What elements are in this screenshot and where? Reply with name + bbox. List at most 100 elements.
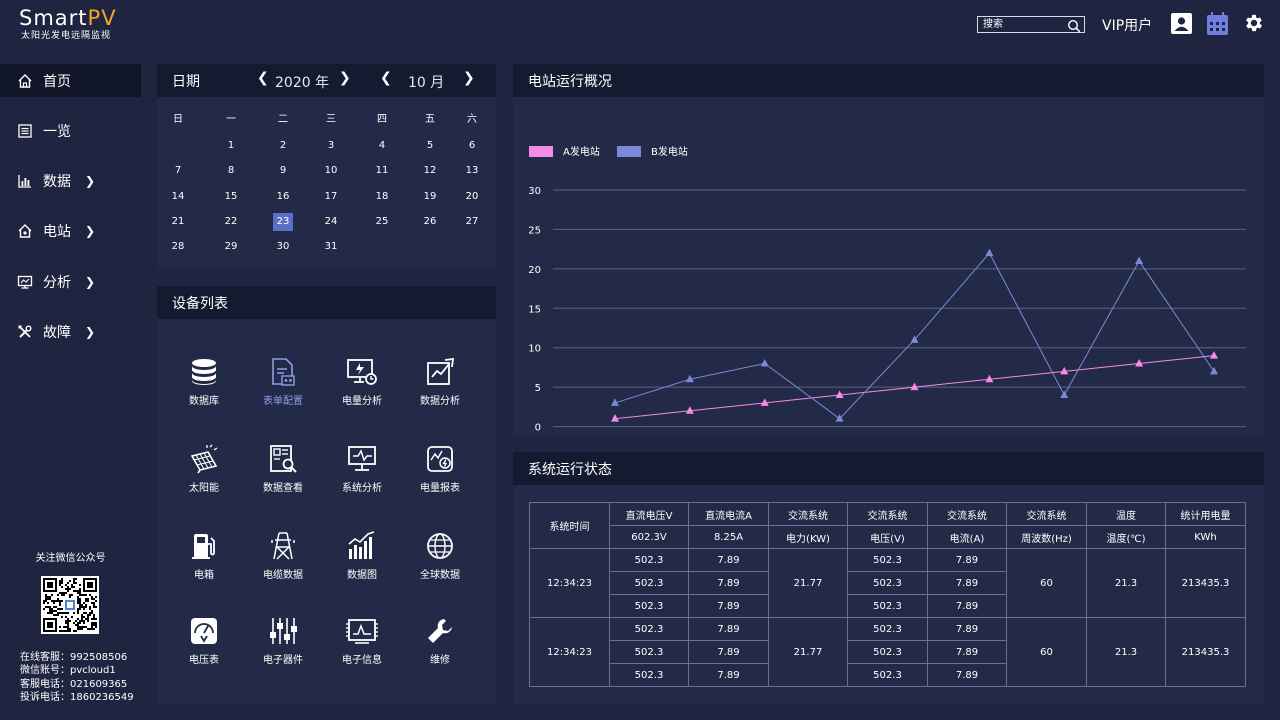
calendar-day[interactable]: 1 xyxy=(221,137,241,155)
device-item-label: 太阳能 xyxy=(189,483,219,494)
next-year-button[interactable]: ❯ xyxy=(339,70,351,86)
voltmeter-icon xyxy=(165,615,243,647)
device-item-database[interactable]: 数据库 xyxy=(165,356,243,407)
calendar-day-selected[interactable]: 23 xyxy=(273,213,293,231)
calendar-week-row: 1 2 3 4 5 6 xyxy=(157,137,496,157)
device-item-data-view[interactable]: 数据查看 xyxy=(244,443,322,494)
temperature-cell: 21.3 xyxy=(1086,617,1166,687)
y-tick-label: 25 xyxy=(528,225,541,236)
calendar-day[interactable]: 13 xyxy=(462,162,482,180)
energy-cell: 213435.3 xyxy=(1165,548,1246,618)
calendar-day[interactable]: 8 xyxy=(221,162,241,180)
device-item-globe[interactable]: 全球数据 xyxy=(401,530,479,581)
device-item-data-chart[interactable]: 数据图 xyxy=(323,530,401,581)
calendar-day[interactable]: 5 xyxy=(420,137,440,155)
header-cell: 温度 xyxy=(1086,502,1166,526)
sidebar-item-fault[interactable]: 故障 ❯ xyxy=(0,315,141,348)
dc-current-cell: 7.89 xyxy=(688,548,769,572)
calendar-day[interactable]: 17 xyxy=(321,188,341,206)
calendar-week-row: 28 29 30 31 xyxy=(157,238,496,258)
sidebar-item-overview[interactable]: 一览 xyxy=(0,114,141,147)
user-icon[interactable] xyxy=(1171,13,1192,38)
frequency-cell: 60 xyxy=(1006,548,1087,618)
calendar-day[interactable]: 20 xyxy=(462,188,482,206)
sidebar-item-data[interactable]: 数据 ❯ xyxy=(0,164,141,197)
device-item-system-analysis[interactable]: 系统分析 xyxy=(323,443,401,494)
calendar-day[interactable]: 24 xyxy=(321,213,341,231)
chevron-right-icon: ❯ xyxy=(85,324,96,339)
calendar-day[interactable]: 7 xyxy=(168,162,188,180)
calendar-day[interactable]: 25 xyxy=(372,213,392,231)
calendar-day[interactable]: 29 xyxy=(221,238,241,256)
calendar-day[interactable]: 9 xyxy=(273,162,293,180)
qr-code-icon[interactable] xyxy=(41,576,99,634)
vip-user-label[interactable]: VIP用户 xyxy=(1102,15,1152,35)
data-point xyxy=(985,248,994,257)
chevron-right-icon: ❯ xyxy=(85,274,96,289)
table-header-row: 系统时间 直流电压V 直流电流A 交流系统 交流系统 交流系统 交流系统 温度 统计用电量 xyxy=(529,502,1246,549)
search-icon[interactable] xyxy=(1067,18,1081,37)
calendar-day[interactable]: 4 xyxy=(372,137,392,155)
calendar-day[interactable]: 30 xyxy=(273,238,293,256)
calendar-day[interactable]: 11 xyxy=(372,162,392,180)
calendar-day[interactable]: 6 xyxy=(462,137,482,155)
device-item-label: 表单配置 xyxy=(263,396,303,407)
dc-current-cell: 7.89 xyxy=(688,594,769,618)
weekday-label: 一 xyxy=(226,114,236,125)
frequency-cell: 60 xyxy=(1006,617,1087,687)
weekday-label: 四 xyxy=(377,114,387,125)
calendar-day[interactable]: 27 xyxy=(462,213,482,231)
calendar-day[interactable]: 16 xyxy=(273,188,293,206)
prev-month-button[interactable]: ❮ xyxy=(380,70,392,86)
calendar-day[interactable]: 26 xyxy=(420,213,440,231)
device-item-power-report[interactable]: 电量报表 xyxy=(401,443,479,494)
ac-voltage-cell: 502.3 xyxy=(847,663,928,687)
overview-title: 电站运行概况 xyxy=(528,73,612,90)
sidebar-item-analysis[interactable]: 分析 ❯ xyxy=(0,265,141,298)
dc-current-cell: 7.89 xyxy=(688,663,769,687)
device-item-solar-panel[interactable]: 太阳能 xyxy=(165,443,243,494)
device-item-wrench[interactable]: 维修 xyxy=(401,615,479,666)
calendar-day[interactable]: 21 xyxy=(168,213,188,231)
calendar-day[interactable]: 14 xyxy=(168,188,188,206)
search-box[interactable] xyxy=(977,16,1085,33)
calendar-day[interactable]: 3 xyxy=(321,137,341,155)
sidebar-item-label: 电站 xyxy=(43,223,71,240)
calendar-icon[interactable] xyxy=(1207,12,1228,39)
sidebar-item-home[interactable]: 首页 xyxy=(0,64,141,97)
header-cell: 统计用电量 xyxy=(1165,502,1246,526)
calendar-day[interactable]: 10 xyxy=(321,162,341,180)
calendar-day[interactable]: 22 xyxy=(221,213,241,231)
calendar-day[interactable]: 19 xyxy=(420,188,440,206)
calendar-day[interactable]: 31 xyxy=(321,238,341,256)
device-item-power-analysis[interactable]: 电量分析 xyxy=(323,356,401,407)
device-list-panel: 设备列表 数据库 表单配置 电量分析 数据分析 太阳能 数据查看 系统分析 电量报表 电箱 电缆数… xyxy=(157,286,496,704)
device-item-form-config[interactable]: 表单配置 xyxy=(244,356,322,407)
device-item-oscilloscope[interactable]: 电子信息 xyxy=(323,615,401,666)
app-logo[interactable]: SmartPV 太阳光发电远隔监视 xyxy=(19,6,117,41)
prev-year-button[interactable]: ❮ xyxy=(257,70,269,86)
gear-icon[interactable] xyxy=(1243,12,1265,38)
sidebar-item-station[interactable]: 电站 ❯ xyxy=(0,214,141,247)
ac-voltage-cell: 502.3 xyxy=(847,571,928,595)
ac-current-cell: 7.89 xyxy=(927,617,1007,641)
device-item-voltmeter[interactable]: 电压表 xyxy=(165,615,243,666)
calendar-day[interactable]: 15 xyxy=(221,188,241,206)
month-value: 10 月 xyxy=(408,75,445,91)
calendar-day[interactable]: 28 xyxy=(168,238,188,256)
device-item-fuel-box[interactable]: 电箱 xyxy=(165,530,243,581)
contact-info: 在线客服：992508506 微信账号：pvcloud1 客服电话：021609… xyxy=(20,651,134,705)
next-month-button[interactable]: ❯ xyxy=(463,70,475,86)
calendar-day[interactable]: 2 xyxy=(273,137,293,155)
calendar-day[interactable]: 12 xyxy=(420,162,440,180)
data-point xyxy=(1060,390,1069,399)
device-item-data-analysis[interactable]: 数据分析 xyxy=(401,356,479,407)
data-view-icon xyxy=(244,443,322,475)
search-input[interactable] xyxy=(983,17,1063,32)
header-cell: 电压(V) xyxy=(847,525,928,549)
calendar-day[interactable]: 18 xyxy=(372,188,392,206)
globe-icon xyxy=(401,530,479,562)
device-item-sliders[interactable]: 电子器件 xyxy=(244,615,322,666)
device-item-cable-tower[interactable]: 电缆数据 xyxy=(244,530,322,581)
weekday-label: 六 xyxy=(467,114,477,125)
